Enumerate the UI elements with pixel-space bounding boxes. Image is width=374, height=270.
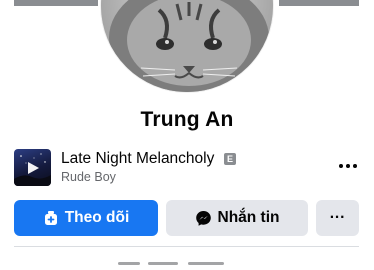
more-options-button[interactable]: ··· <box>316 200 359 236</box>
messenger-icon <box>195 210 212 227</box>
tabs-row-peek <box>118 252 228 265</box>
explicit-badge: E <box>224 153 236 165</box>
album-art-icon[interactable] <box>14 149 51 186</box>
follow-button[interactable]: Theo dõi <box>14 200 158 236</box>
add-follow-icon <box>43 210 59 226</box>
section-divider <box>14 246 359 247</box>
message-button[interactable]: Nhắn tin <box>166 200 308 236</box>
more-options-icon: ··· <box>329 209 346 226</box>
song-title[interactable]: Late Night Melancholy <box>61 150 214 168</box>
song-artist: Rude Boy <box>61 170 116 184</box>
profile-name: Trung An <box>140 108 234 131</box>
follow-label: Theo dõi <box>64 209 130 226</box>
song-more-options-icon[interactable] <box>336 158 360 174</box>
cat-avatar-icon <box>101 0 273 92</box>
cover-photo-left <box>14 0 98 6</box>
profile-avatar[interactable] <box>101 0 273 92</box>
cover-photo-right <box>279 0 359 6</box>
message-label: Nhắn tin <box>217 209 280 226</box>
